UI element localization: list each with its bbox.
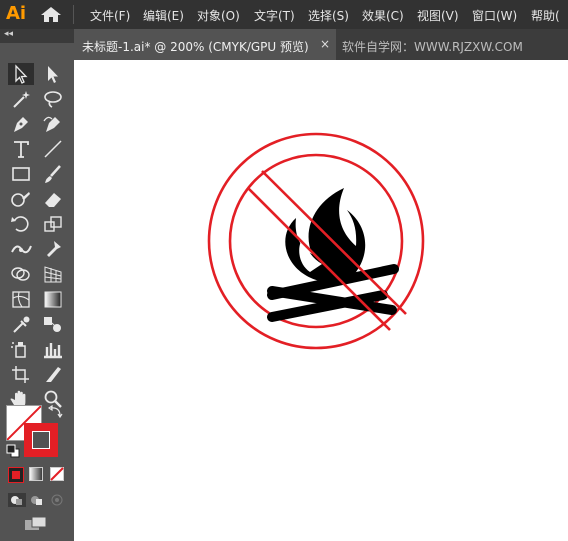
tools-panel [0,43,74,541]
pen-icon[interactable] [8,113,34,135]
slice-icon[interactable] [40,363,66,385]
draw-behind-icon[interactable] [29,493,43,507]
menu-edit[interactable]: 编辑(E) [143,7,184,24]
menu-bar: Ai 文件(F) 编辑(E) 对象(O) 文字(T) 选择(S) 效果(C) 视… [0,0,568,29]
curvature-icon[interactable] [40,113,66,135]
menu-separator [73,5,74,24]
menu-view[interactable]: 视图(V) [417,7,459,24]
menu-effect[interactable]: 效果(C) [362,7,404,24]
artboard-icon[interactable] [8,363,34,385]
swap-fill-stroke-icon[interactable] [48,405,64,419]
draw-normal-icon[interactable] [8,493,26,507]
home-icon[interactable] [40,6,62,23]
color-mode-button[interactable] [8,467,24,483]
perspective-grid-icon[interactable] [40,263,66,285]
watermark-text: 软件自学网：WWW.RJZXW.COM [342,40,523,54]
draw-inside-icon[interactable] [50,493,64,507]
width-icon[interactable] [8,238,34,260]
menu-type[interactable]: 文字(T) [254,7,295,24]
menu-select[interactable]: 选择(S) [308,7,349,24]
no-fire-artwork[interactable] [74,60,568,541]
screen-mode-icon[interactable] [24,516,48,534]
column-graph-icon[interactable] [40,338,66,360]
stroke-swatch[interactable] [24,423,58,457]
toolbar-header: ◂◂ [0,29,74,43]
none-mode-icon[interactable] [50,467,64,481]
blend-icon[interactable] [40,313,66,335]
stroke-swatch-inner [32,431,50,449]
default-colors-icon[interactable] [6,444,20,458]
document-tab-bar: 未标题-1.ai* @ 200% (CMYK/GPU 预览) × 软件自学网：W… [74,29,568,60]
gradient-mode-icon[interactable] [29,467,43,481]
document-tab[interactable]: 未标题-1.ai* @ 200% (CMYK/GPU 预览) × [74,29,336,60]
lasso-icon[interactable] [40,88,66,110]
selection-tool-icon[interactable] [8,63,34,85]
paintbrush-icon[interactable] [40,163,66,185]
type-icon[interactable] [8,138,34,160]
eraser-icon[interactable] [40,188,66,210]
scale-icon[interactable] [40,213,66,235]
menu-help[interactable]: 帮助( [531,7,560,24]
magic-wand-icon[interactable] [8,88,34,110]
menu-object[interactable]: 对象(O) [197,7,240,24]
rectangle-icon[interactable] [8,163,34,185]
artboard-canvas[interactable] [74,60,568,541]
collapse-icon[interactable]: ◂◂ [4,29,13,39]
line-segment-icon[interactable] [40,138,66,160]
menu-window[interactable]: 窗口(W) [472,7,517,24]
app-logo: Ai [6,3,27,24]
document-tab-label: 未标题-1.ai* @ 200% (CMYK/GPU 预览) [82,40,309,54]
rotate-icon[interactable] [8,213,34,235]
gradient-icon[interactable] [40,288,66,310]
close-icon[interactable]: × [320,37,330,51]
color-mode-chip [12,471,20,479]
menu-file[interactable]: 文件(F) [90,7,130,24]
shaper-icon[interactable] [8,188,34,210]
shape-builder-icon[interactable] [8,263,34,285]
symbol-sprayer-icon[interactable] [8,338,34,360]
eyedropper-icon[interactable] [8,313,34,335]
puppet-warp-icon[interactable] [40,238,66,260]
direct-selection-tool-icon[interactable] [40,63,66,85]
campfire-icon[interactable] [267,188,399,322]
mesh-icon[interactable] [8,288,34,310]
